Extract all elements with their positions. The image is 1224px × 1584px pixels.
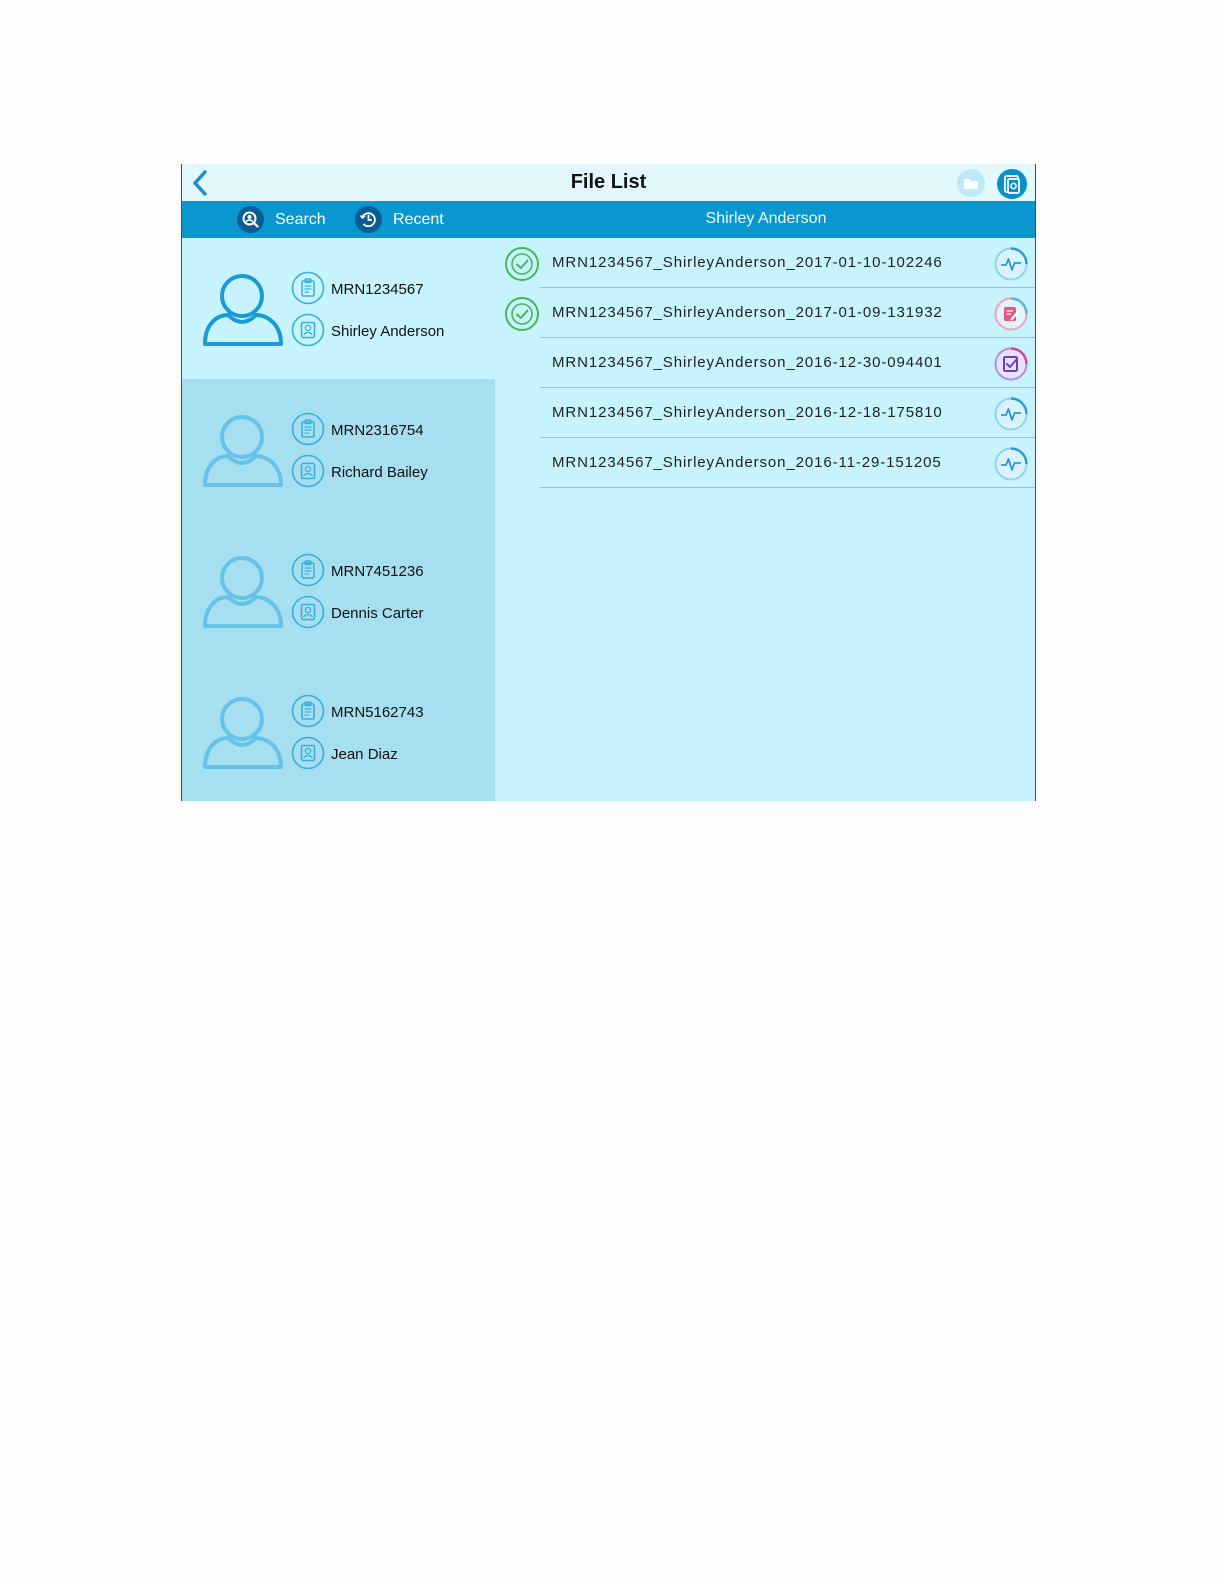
document-search-icon: [997, 169, 1027, 199]
id-card-icon: [291, 454, 325, 488]
patient-name: Jean Diaz: [331, 746, 398, 763]
file-row[interactable]: MRN1234567_ShirleyAnderson_2017-01-10-10…: [496, 238, 1035, 288]
history-clock-icon: [355, 206, 382, 233]
clipboard-icon: [291, 412, 325, 446]
export-report-button[interactable]: [996, 168, 1028, 200]
id-card-icon: [291, 313, 325, 347]
file-row[interactable]: MRN1234567_ShirleyAnderson_2016-11-29-15…: [496, 438, 1035, 488]
file-list: MRN1234567_ShirleyAnderson_2017-01-10-10…: [496, 238, 1035, 801]
file-name: MRN1234567_ShirleyAnderson_2016-12-30-09…: [552, 354, 943, 371]
file-name: MRN1234567_ShirleyAnderson_2016-12-18-17…: [552, 404, 943, 421]
open-folder-button[interactable]: [956, 168, 986, 198]
search-label: Search: [275, 210, 326, 228]
row-divider: [540, 487, 1035, 488]
page-title: File List: [570, 171, 647, 193]
file-name: MRN1234567_ShirleyAnderson_2017-01-10-10…: [552, 254, 943, 271]
patient-list: MRN1234567 Shirley Anderson MRN2316754 R…: [182, 238, 495, 801]
app-window: File List Search Recent Shirley Anderson…: [181, 164, 1036, 801]
clipboard-icon: [291, 694, 325, 728]
file-row[interactable]: MRN1234567_ShirleyAnderson_2016-12-30-09…: [496, 338, 1035, 388]
patient-item[interactable]: MRN1234567 Shirley Anderson: [182, 238, 495, 379]
check-circle-icon: [505, 297, 539, 331]
person-avatar-icon: [203, 415, 283, 487]
clipboard-icon: [291, 553, 325, 587]
patient-mrn: MRN1234567: [331, 281, 424, 298]
clipboard-icon: [291, 271, 325, 305]
id-card-icon: [291, 736, 325, 770]
patient-mrn: MRN5162743: [331, 704, 424, 721]
report-edit-icon: [994, 297, 1028, 331]
check-circle-icon: [505, 247, 539, 281]
report-check-icon: [994, 347, 1028, 381]
file-name: MRN1234567_ShirleyAnderson_2016-11-29-15…: [552, 454, 942, 471]
ecg-icon: [994, 447, 1028, 481]
id-card-icon: [291, 595, 325, 629]
person-avatar-icon: [203, 274, 283, 346]
title-bar: File List: [182, 164, 1035, 201]
patient-name: Richard Bailey: [331, 464, 428, 481]
patient-item[interactable]: MRN2316754 Richard Bailey: [182, 379, 495, 520]
person-avatar-icon: [203, 697, 283, 769]
recent-label: Recent: [393, 210, 444, 228]
folder-icon: [957, 169, 985, 197]
search-button[interactable]: Search: [236, 205, 326, 234]
patient-item[interactable]: MRN5162743 Jean Diaz: [182, 661, 495, 801]
file-row[interactable]: MRN1234567_ShirleyAnderson_2017-01-09-13…: [496, 288, 1035, 338]
person-avatar-icon: [203, 556, 283, 628]
patient-name: Shirley Anderson: [331, 323, 445, 340]
search-patient-icon: [237, 206, 264, 233]
ecg-icon: [994, 247, 1028, 281]
selected-patient-name: Shirley Anderson: [705, 210, 827, 227]
file-row[interactable]: MRN1234567_ShirleyAnderson_2016-12-18-17…: [496, 388, 1035, 438]
toolbar: Search Recent Shirley Anderson: [182, 201, 1035, 238]
patient-mrn: MRN2316754: [331, 422, 424, 439]
ecg-icon: [994, 397, 1028, 431]
patient-name: Dennis Carter: [331, 605, 424, 622]
file-name: MRN1234567_ShirleyAnderson_2017-01-09-13…: [552, 304, 943, 321]
patient-item[interactable]: MRN7451236 Dennis Carter: [182, 520, 495, 661]
recent-button[interactable]: Recent: [354, 205, 444, 234]
patient-mrn: MRN7451236: [331, 563, 424, 580]
